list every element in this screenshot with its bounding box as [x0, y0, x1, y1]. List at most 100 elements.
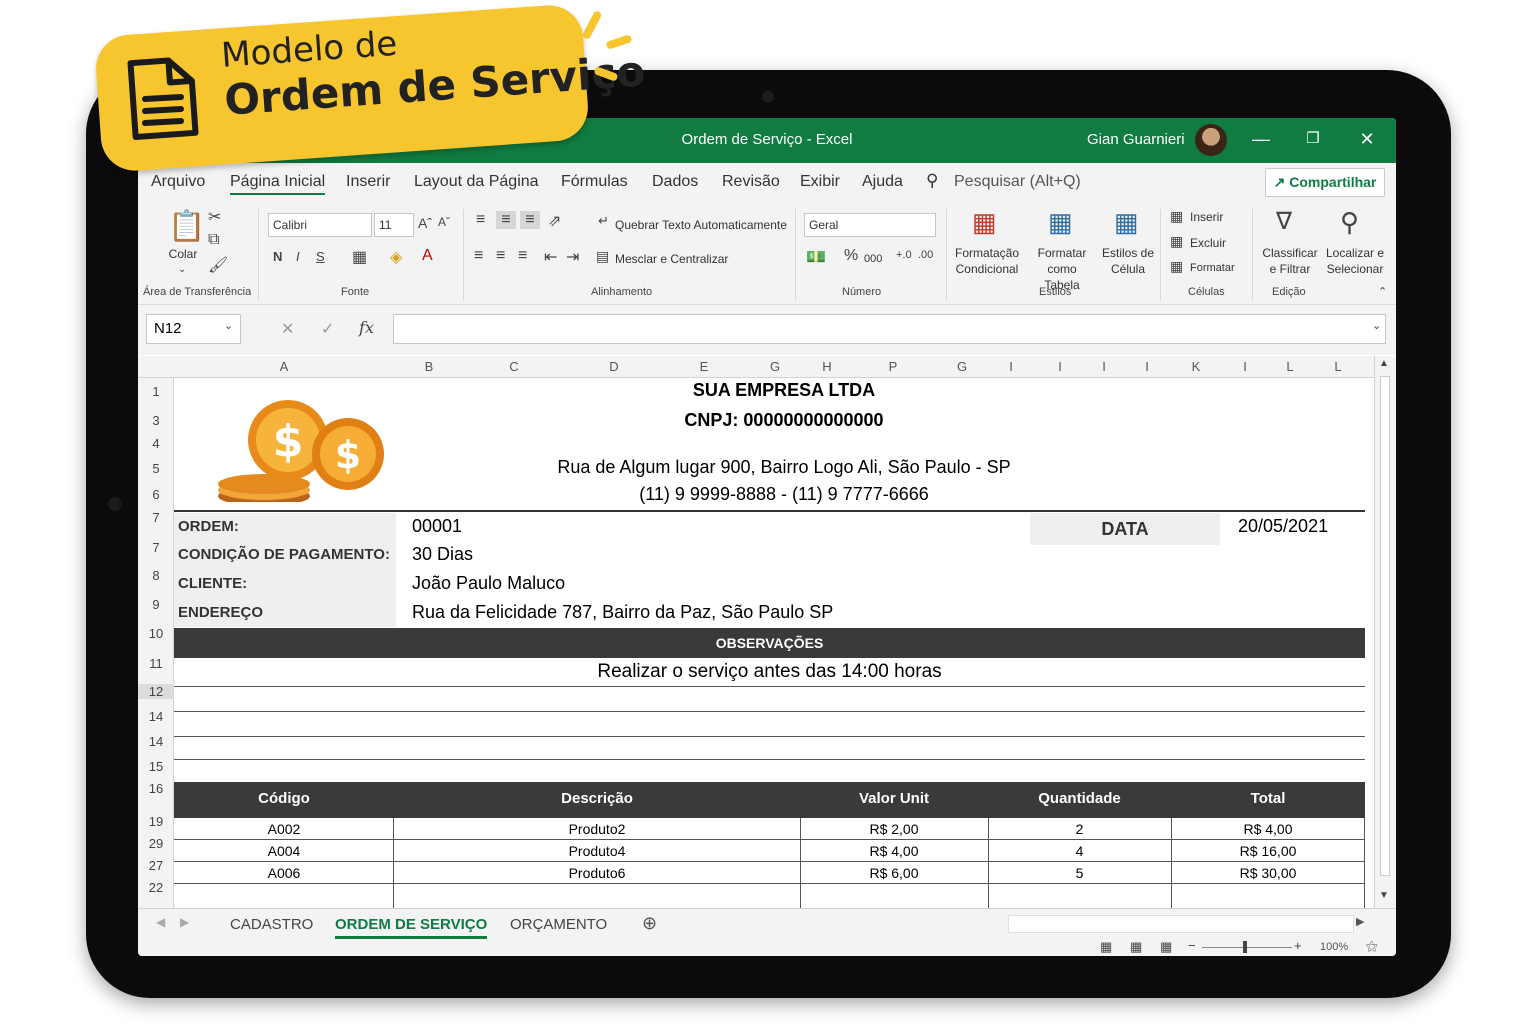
- row-header[interactable]: 22: [138, 880, 174, 895]
- pagamento-value[interactable]: 30 Dias: [412, 544, 473, 565]
- font-name-select[interactable]: Calibri: [268, 213, 372, 237]
- cell-codigo[interactable]: A006: [174, 865, 394, 881]
- zoom-out-icon[interactable]: −: [1188, 938, 1196, 953]
- cell-valor-unit[interactable]: R$ 6,00: [800, 865, 988, 881]
- chevron-down-icon[interactable]: ⌄: [178, 264, 186, 275]
- italic-button[interactable]: I: [296, 249, 300, 264]
- observacoes-text[interactable]: Realizar o serviço antes das 14:00 horas: [174, 661, 1365, 683]
- borders-icon[interactable]: ▦: [352, 247, 367, 267]
- col-valor-unit[interactable]: Valor Unit: [800, 790, 988, 807]
- underline-button[interactable]: S: [316, 249, 325, 264]
- share-button[interactable]: ↗ Compartilhar: [1265, 168, 1385, 197]
- column-header[interactable]: I: [986, 359, 1036, 374]
- font-size-select[interactable]: 11: [374, 213, 414, 237]
- merge-center-button[interactable]: Mesclar e Centralizar: [615, 251, 728, 267]
- column-header[interactable]: K: [1170, 359, 1222, 374]
- row-header[interactable]: 4: [138, 436, 174, 451]
- company-address[interactable]: Rua de Algum lugar 900, Bairro Logo Ali,…: [174, 457, 1374, 478]
- row-header[interactable]: 3: [138, 413, 174, 428]
- wrap-text-icon[interactable]: ↵: [598, 213, 609, 229]
- cell-quantidade[interactable]: 2: [988, 821, 1171, 837]
- menu-pagina-inicial[interactable]: Página Inicial: [230, 173, 326, 195]
- avatar[interactable]: [1195, 124, 1227, 156]
- zoom-in-icon[interactable]: +: [1294, 938, 1302, 953]
- cell-quantidade[interactable]: 5: [988, 865, 1171, 881]
- endereco-value[interactable]: Rua da Felicidade 787, Bairro da Paz, Sã…: [412, 602, 833, 623]
- bold-button[interactable]: N: [273, 249, 282, 264]
- wrap-text-button[interactable]: Quebrar Texto Automaticamente: [615, 217, 787, 233]
- column-header[interactable]: I: [1222, 359, 1268, 374]
- col-total[interactable]: Total: [1171, 790, 1365, 807]
- fx-icon[interactable]: fx: [359, 318, 374, 337]
- number-format-select[interactable]: Geral: [804, 213, 936, 237]
- cell-total[interactable]: R$ 30,00: [1171, 865, 1365, 881]
- menu-inserir[interactable]: Inserir: [346, 173, 390, 191]
- fill-color-icon[interactable]: ◈: [390, 247, 402, 267]
- row-header[interactable]: 10: [138, 626, 174, 641]
- cell-codigo[interactable]: A004: [174, 843, 394, 859]
- enter-icon[interactable]: ✓: [321, 319, 334, 339]
- zoom-handle[interactable]: [1243, 941, 1247, 953]
- conditional-format-button[interactable]: Formatação Condicional: [950, 245, 1024, 277]
- column-header[interactable]: C: [464, 359, 564, 374]
- sort-filter-icon[interactable]: ∇: [1276, 207, 1292, 236]
- column-header[interactable]: L: [1312, 359, 1364, 374]
- search-input[interactable]: Pesquisar (Alt+Q): [954, 173, 1081, 191]
- collapse-ribbon-icon[interactable]: ⌃: [1378, 285, 1387, 298]
- percent-icon[interactable]: %: [844, 247, 858, 265]
- next-sheet-icon[interactable]: ▶: [180, 915, 189, 929]
- row-header[interactable]: 5: [138, 461, 174, 476]
- align-left-icon[interactable]: ≡: [474, 247, 483, 265]
- cut-icon[interactable]: ✂: [208, 207, 221, 227]
- insert-cells-icon[interactable]: ▦: [1170, 208, 1183, 225]
- ordem-label[interactable]: ORDEM:: [178, 518, 239, 535]
- find-icon[interactable]: ⚲: [1340, 207, 1359, 238]
- delete-cells-icon[interactable]: ▦: [1170, 233, 1183, 250]
- increase-decimal-icon[interactable]: +.0: [896, 249, 912, 261]
- cell-styles-button[interactable]: Estilos de Célula: [1100, 245, 1156, 277]
- menu-exibir[interactable]: Exibir: [800, 173, 840, 191]
- column-header[interactable]: L: [1268, 359, 1312, 374]
- accessibility-icon[interactable]: ⚝: [1366, 939, 1378, 954]
- column-header[interactable]: H: [806, 359, 848, 374]
- tab-cadastro[interactable]: CADASTRO: [230, 916, 313, 933]
- cell-total[interactable]: R$ 4,00: [1171, 821, 1365, 837]
- row-header[interactable]: 1: [138, 384, 174, 399]
- cell-total[interactable]: R$ 16,00: [1171, 843, 1365, 859]
- row-header[interactable]: 16: [138, 781, 174, 796]
- format-cells-button[interactable]: Formatar: [1190, 260, 1235, 276]
- row-header[interactable]: 19: [138, 814, 174, 829]
- prev-sheet-icon[interactable]: ◀: [156, 915, 165, 929]
- delete-cells-button[interactable]: Excluir: [1190, 235, 1226, 251]
- data-value[interactable]: 20/05/2021: [1238, 516, 1328, 537]
- column-header[interactable]: A: [174, 359, 394, 374]
- menu-dados[interactable]: Dados: [652, 173, 698, 191]
- cell-valor-unit[interactable]: R$ 4,00: [800, 843, 988, 859]
- company-name[interactable]: SUA EMPRESA LTDA: [174, 380, 1374, 401]
- column-header[interactable]: B: [394, 359, 464, 374]
- find-select-button[interactable]: Localizar e Selecionar: [1322, 245, 1388, 277]
- close-icon[interactable]: ✕: [1352, 129, 1382, 150]
- align-right-icon[interactable]: ≡: [518, 247, 527, 265]
- align-top-icon[interactable]: ≡: [476, 211, 485, 229]
- menu-layout[interactable]: Layout da Página: [414, 173, 539, 191]
- user-name[interactable]: Gian Guarnieri: [1087, 131, 1185, 148]
- row-header-selected[interactable]: 12: [138, 684, 174, 699]
- formula-input[interactable]: [393, 314, 1386, 344]
- vertical-scrollbar[interactable]: ▲ ▼: [1374, 356, 1396, 908]
- endereco-label[interactable]: ENDEREÇO: [178, 604, 263, 621]
- shrink-font-icon[interactable]: Aˇ: [438, 215, 450, 229]
- increase-indent-icon[interactable]: ⇥: [566, 247, 579, 267]
- menu-ajuda[interactable]: Ajuda: [862, 173, 903, 191]
- paste-button[interactable]: Colar: [168, 246, 198, 262]
- column-header[interactable]: G: [744, 359, 806, 374]
- scroll-up-icon[interactable]: ▲: [1379, 358, 1389, 369]
- cell-descricao[interactable]: Produto6: [394, 865, 800, 881]
- col-codigo[interactable]: Código: [174, 790, 394, 807]
- col-descricao[interactable]: Descrição: [394, 790, 800, 807]
- format-table-icon[interactable]: ▦: [1048, 207, 1073, 238]
- horizontal-scrollbar[interactable]: [1008, 915, 1354, 933]
- cell-descricao[interactable]: Produto2: [394, 821, 800, 837]
- cliente-label[interactable]: CLIENTE:: [178, 575, 247, 592]
- column-header[interactable]: I: [1084, 359, 1124, 374]
